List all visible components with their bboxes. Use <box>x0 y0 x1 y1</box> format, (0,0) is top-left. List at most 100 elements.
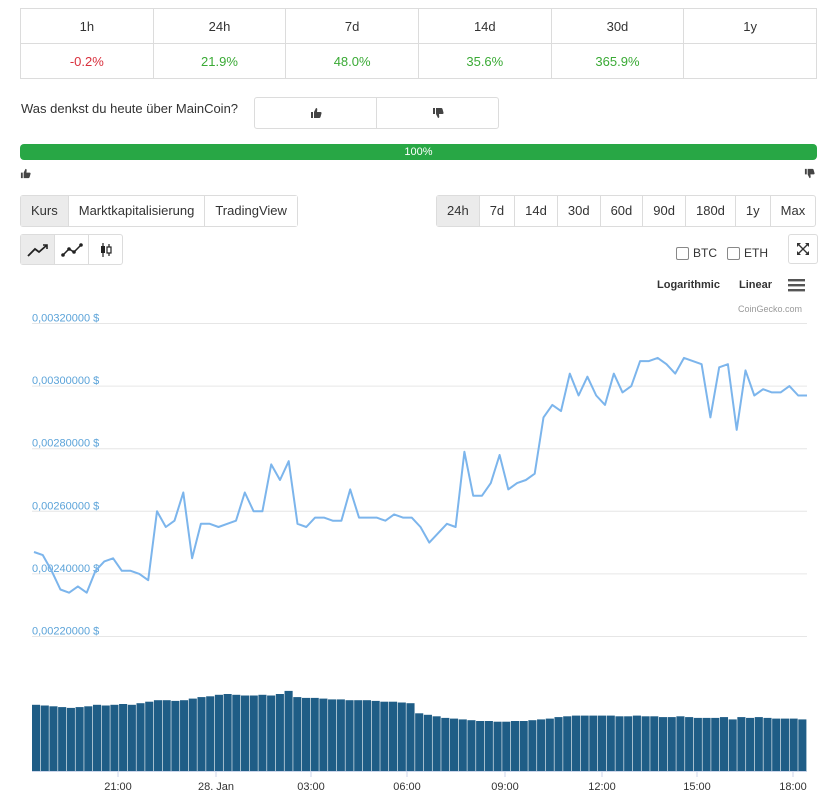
chart-type-selector <box>20 234 123 265</box>
volume-bar <box>110 704 119 771</box>
range-24h[interactable]: 24h <box>437 196 479 226</box>
volume-bar <box>362 700 372 771</box>
volume-bar <box>746 717 755 771</box>
y-tick-label: 0,00220000 $ <box>32 626 99 638</box>
volume-bar <box>615 716 624 771</box>
volume-bar <box>249 695 258 771</box>
volume-bar <box>153 700 163 771</box>
volume-bar <box>545 718 554 771</box>
scale-linear[interactable]: Linear <box>739 279 772 291</box>
range-60d[interactable]: 60d <box>599 196 643 226</box>
volume-bar <box>84 706 93 771</box>
compare-eth[interactable]: ETH <box>727 246 768 260</box>
range-1y[interactable]: 1y <box>734 196 770 226</box>
value-7d: 48.0% <box>285 43 419 79</box>
range-30d[interactable]: 30d <box>556 196 600 226</box>
volume-bar <box>101 705 110 771</box>
chart-menu-button[interactable] <box>788 279 805 297</box>
volume-bar <box>214 694 223 771</box>
eth-checkbox[interactable] <box>727 246 740 260</box>
y-tick-label: 0,00240000 $ <box>32 563 99 575</box>
volume-bar <box>537 719 546 771</box>
range-180d[interactable]: 180d <box>684 196 735 226</box>
tab-marktkapitalisierung[interactable]: Marktkapitalisierung <box>67 196 205 226</box>
performance-table: 1h 24h 7d 14d 30d 1y -0.2% 21.9% 48.0% 3… <box>20 8 817 79</box>
volume-bar <box>75 707 84 771</box>
volume-bar <box>145 701 154 771</box>
volume-bar <box>171 700 180 771</box>
volume-bar <box>458 719 467 771</box>
value-14d: 35.6% <box>417 43 552 79</box>
value-24h: 21.9% <box>152 43 287 79</box>
volume-bar <box>432 716 441 771</box>
y-tick-label: 0,00260000 $ <box>32 500 99 512</box>
value-1h: -0.2% <box>20 43 154 79</box>
volume-bar <box>772 718 781 771</box>
volume-bar <box>658 717 668 771</box>
range-90d[interactable]: 90d <box>642 196 685 226</box>
volume-bar <box>267 695 276 771</box>
x-tick-label: 09:00 <box>491 781 519 793</box>
line-chart-button[interactable] <box>21 235 54 264</box>
volume-bar <box>554 717 563 771</box>
volume-bar <box>719 717 729 771</box>
volume-bar <box>284 690 293 771</box>
vote-buttons <box>254 97 499 129</box>
range-14d[interactable]: 14d <box>514 196 557 226</box>
volume-bar <box>685 717 694 771</box>
y-tick-label: 0,00280000 $ <box>32 438 99 450</box>
volume-bar <box>319 698 328 771</box>
fullscreen-button[interactable] <box>788 234 818 264</box>
thumbs-down-icon <box>432 108 444 118</box>
volume-bar <box>789 718 798 771</box>
header-14d: 14d <box>417 8 552 44</box>
volume-bar <box>232 694 241 771</box>
volume-bar <box>136 703 145 771</box>
thumbs-up-button[interactable] <box>255 98 376 128</box>
header-24h: 24h <box>152 8 287 44</box>
volume-bar <box>449 718 459 771</box>
volume-bar <box>119 704 128 771</box>
volume-bar <box>519 721 528 772</box>
volume-bar <box>476 721 485 772</box>
volume-bar <box>328 699 337 771</box>
volume-bar <box>528 720 537 771</box>
volume-bar <box>467 720 476 771</box>
thumbs-down-icon <box>804 168 815 179</box>
volume-bar <box>197 697 206 771</box>
line-points-button[interactable] <box>54 235 88 264</box>
tab-tradingview[interactable]: TradingView <box>204 196 297 226</box>
line-points-icon <box>60 242 83 257</box>
value-1y <box>683 43 817 79</box>
volume-bar <box>563 716 572 771</box>
value-30d: 365.9% <box>550 43 685 79</box>
price-chart: 0,00220000 $ 0,00240000 $ 0,00260000 $ 0,00… <box>32 313 807 793</box>
volume-bar <box>345 700 354 771</box>
header-1y: 1y <box>683 8 817 44</box>
range-7d[interactable]: 7d <box>478 196 514 226</box>
volume-bar <box>763 717 772 771</box>
tab-kurs[interactable]: Kurs <box>21 196 68 226</box>
thumbs-down-button[interactable] <box>376 98 498 128</box>
volume-bar <box>676 716 685 771</box>
x-tick-label: 18:00 <box>779 781 807 793</box>
compare-btc[interactable]: BTC <box>676 246 717 260</box>
volume-bar <box>693 717 702 771</box>
volume-bar <box>310 697 319 771</box>
volume-bar <box>380 701 389 771</box>
volume-bar <box>423 714 432 771</box>
eth-label: ETH <box>744 246 768 260</box>
volume-bar <box>354 700 363 771</box>
y-tick-label: 0,00320000 $ <box>32 313 99 325</box>
scale-logarithmic[interactable]: Logarithmic <box>657 279 720 291</box>
header-1h: 1h <box>20 8 154 44</box>
volume-bar <box>754 717 763 771</box>
volume-bar <box>49 706 58 771</box>
candlestick-button[interactable] <box>88 235 122 264</box>
volume-bar <box>301 697 311 771</box>
btc-checkbox[interactable] <box>676 246 689 260</box>
range-max[interactable]: Max <box>769 196 816 226</box>
x-tick-label: 15:00 <box>683 781 711 793</box>
volume-bar <box>275 694 284 771</box>
volume-bar <box>58 707 67 771</box>
